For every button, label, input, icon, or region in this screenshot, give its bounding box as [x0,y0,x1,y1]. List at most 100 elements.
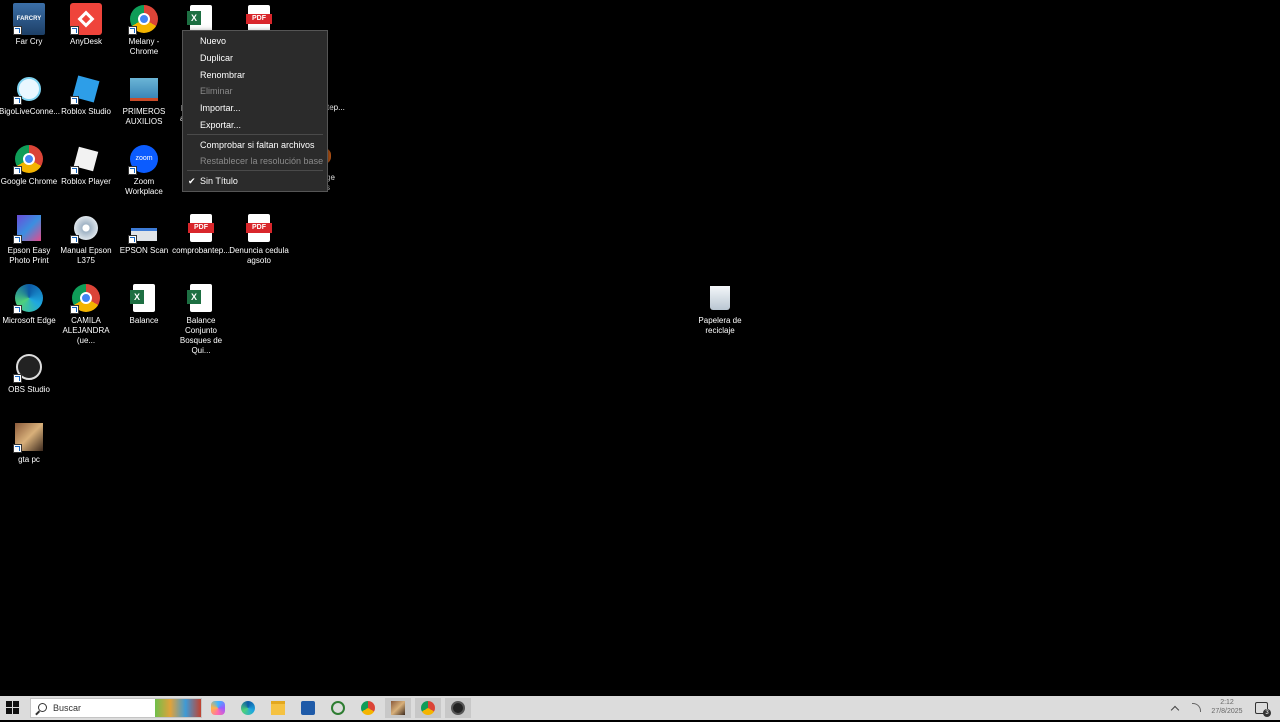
desktop-icon-label: PRIMEROS AUXILIOS [122,107,166,126]
desktop-icon-far-cry[interactable]: FARCRY Far Cry [0,3,58,47]
desktop-icon-denuncia-cedula[interactable]: Denuncia cedula agsoto [229,212,289,266]
desktop-icon-gta-pc[interactable]: gta pc [0,421,58,465]
taskbar-search[interactable]: Buscar [30,698,202,718]
roblox-studio-icon [70,73,102,105]
desktop-icon-label: Zoom Workplace [125,177,163,196]
search-highlight-image [155,699,201,717]
desktop-icon-epson-scan[interactable]: EPSON Scan [115,212,173,256]
roblox-player-icon [70,143,102,175]
menu-item-comprobar-archivos[interactable]: Comprobar si faltan archivos [183,137,327,153]
taskbar-gta[interactable] [385,698,411,718]
gta-icon [13,421,45,453]
desktop-icon-bigolive[interactable]: BigoLiveConne... [0,73,60,117]
desktop-icon-label: Denuncia cedula agsoto [229,246,289,265]
presentation-file-icon [128,73,160,105]
desktop-icon-anydesk[interactable]: AnyDesk [57,3,115,47]
menu-item-exportar[interactable]: Exportar... [183,117,327,133]
anydesk-icon [70,3,102,35]
network-icon [1192,703,1201,712]
tray-overflow-chevron[interactable] [1170,696,1180,720]
menu-item-nuevo[interactable]: Nuevo [183,33,327,49]
desktop-icon-label: Balance Conjunto Bosques de Qui... [179,316,223,355]
desktop-icon-google-chrome[interactable]: Google Chrome [0,143,58,187]
desktop-icon-balance-conjunto[interactable]: Balance Conjunto Bosques de Qui... [172,282,230,356]
desktop-icon-balance[interactable]: Balance [115,282,173,326]
recycle-bin-icon [704,282,736,314]
taskbar-chrome[interactable] [355,698,381,718]
obs-icon [13,351,45,383]
tray-network[interactable] [1192,696,1201,720]
menu-item-renombrar[interactable]: Renombrar [183,67,327,83]
store-icon [301,701,315,715]
desktop-icon-manual-epson[interactable]: Manual Epson L375 [57,212,115,266]
notification-count-badge: 3 [1263,709,1271,717]
desktop-icon-label: Papelera de reciclaje [698,316,742,335]
file-explorer-icon [271,701,285,715]
pdf-file-icon [243,212,275,244]
edge-icon [241,701,255,715]
desktop-icon-label: Microsoft Edge [2,316,56,325]
taskbar-edge[interactable] [235,698,261,718]
partial-label-right: tep... [327,103,345,112]
desktop-icon-label: OBS Studio [8,385,50,394]
desktop-icon-label: Manual Epson L375 [60,246,112,265]
whatsapp-icon [331,701,345,715]
clock-date: 27/8/2025 [1211,708,1243,715]
desktop-icon-primeros-auxilios[interactable]: PRIMEROS AUXILIOS [115,73,173,127]
chrome-profile-icon [421,701,435,715]
search-placeholder: Buscar [53,703,82,713]
desktop-icon-label: Epson Easy Photo Print [7,246,51,265]
desktop-icon-comprobante[interactable]: comprobantep... [172,212,230,256]
excel-file-icon [128,282,160,314]
desktop-icon-microsoft-edge[interactable]: Microsoft Edge [0,282,58,326]
notification-center-button[interactable]: 3 [1255,702,1271,717]
desktop-icon-roblox-studio[interactable]: Roblox Studio [57,73,115,117]
desktop-icon-recycle-bin[interactable]: Papelera de reciclaje [691,282,749,336]
taskbar-file-explorer[interactable] [265,698,291,718]
taskbar-chrome-profile[interactable] [415,698,441,718]
taskbar-store[interactable] [295,698,321,718]
taskbar: Buscar 2:12 27/8/2025 3 [0,696,1280,720]
chrome-icon [361,701,375,715]
desktop-icon-label: Far Cry [15,37,43,46]
taskbar-copilot[interactable] [205,698,231,718]
edge-icon [13,282,45,314]
desktop-icon-zoom[interactable]: zoom Zoom Workplace [115,143,173,197]
search-icon [38,703,47,712]
menu-item-label: Sin Título [200,176,238,186]
menu-separator [187,134,323,135]
desktop-icon-label: BigoLiveConne... [0,107,60,116]
gta-icon [391,701,405,715]
desktop-icon-label: comprobantep... [172,246,230,255]
menu-item-eliminar: Eliminar [200,86,233,96]
excel-file-icon [185,282,217,314]
menu-separator [187,170,323,171]
menu-item-restablecer-resolucion: Restablecer la resolución base [200,156,324,166]
desktop-icon-label: EPSON Scan [119,246,169,255]
copilot-icon [211,701,225,715]
desktop-icon-label: Google Chrome [0,177,58,186]
menu-item-duplicar[interactable]: Duplicar [183,50,327,66]
epson-photo-print-icon [13,212,45,244]
chrome-icon [13,143,45,175]
desktop-icon-label: AnyDesk [69,37,102,46]
taskbar-obs[interactable] [445,698,471,718]
clock-time: 2:12 [1220,699,1234,706]
desktop-icon-roblox-player[interactable]: Roblox Player [57,143,115,187]
desktop-icon-epson-photo-print[interactable]: Epson Easy Photo Print [0,212,58,266]
desktop-icon-obs-studio[interactable]: OBS Studio [0,351,58,395]
zoom-icon: zoom [128,143,160,175]
taskbar-clock[interactable]: 2:12 27/8/2025 [1204,698,1250,716]
desktop-icon-label: Melany - Chrome [128,37,160,56]
desktop-icon-camila-chrome[interactable]: CAMILA ALEJANDRA (ue... [57,282,115,346]
desktop-icon-label: gta pc [18,455,40,464]
pdf-file-icon [185,212,217,244]
chrome-profile-icon [128,3,160,35]
taskbar-whatsapp[interactable] [325,698,351,718]
desktop-icon-melany-chrome[interactable]: Melany - Chrome [115,3,173,57]
desktop-icon-label: Roblox Studio [61,107,111,116]
menu-item-importar[interactable]: Importar... [183,100,327,116]
start-button[interactable] [6,701,20,715]
desktop-icon-label: Roblox Player [61,177,111,186]
menu-item-sin-titulo[interactable]: ✔ Sin Título [183,173,327,189]
